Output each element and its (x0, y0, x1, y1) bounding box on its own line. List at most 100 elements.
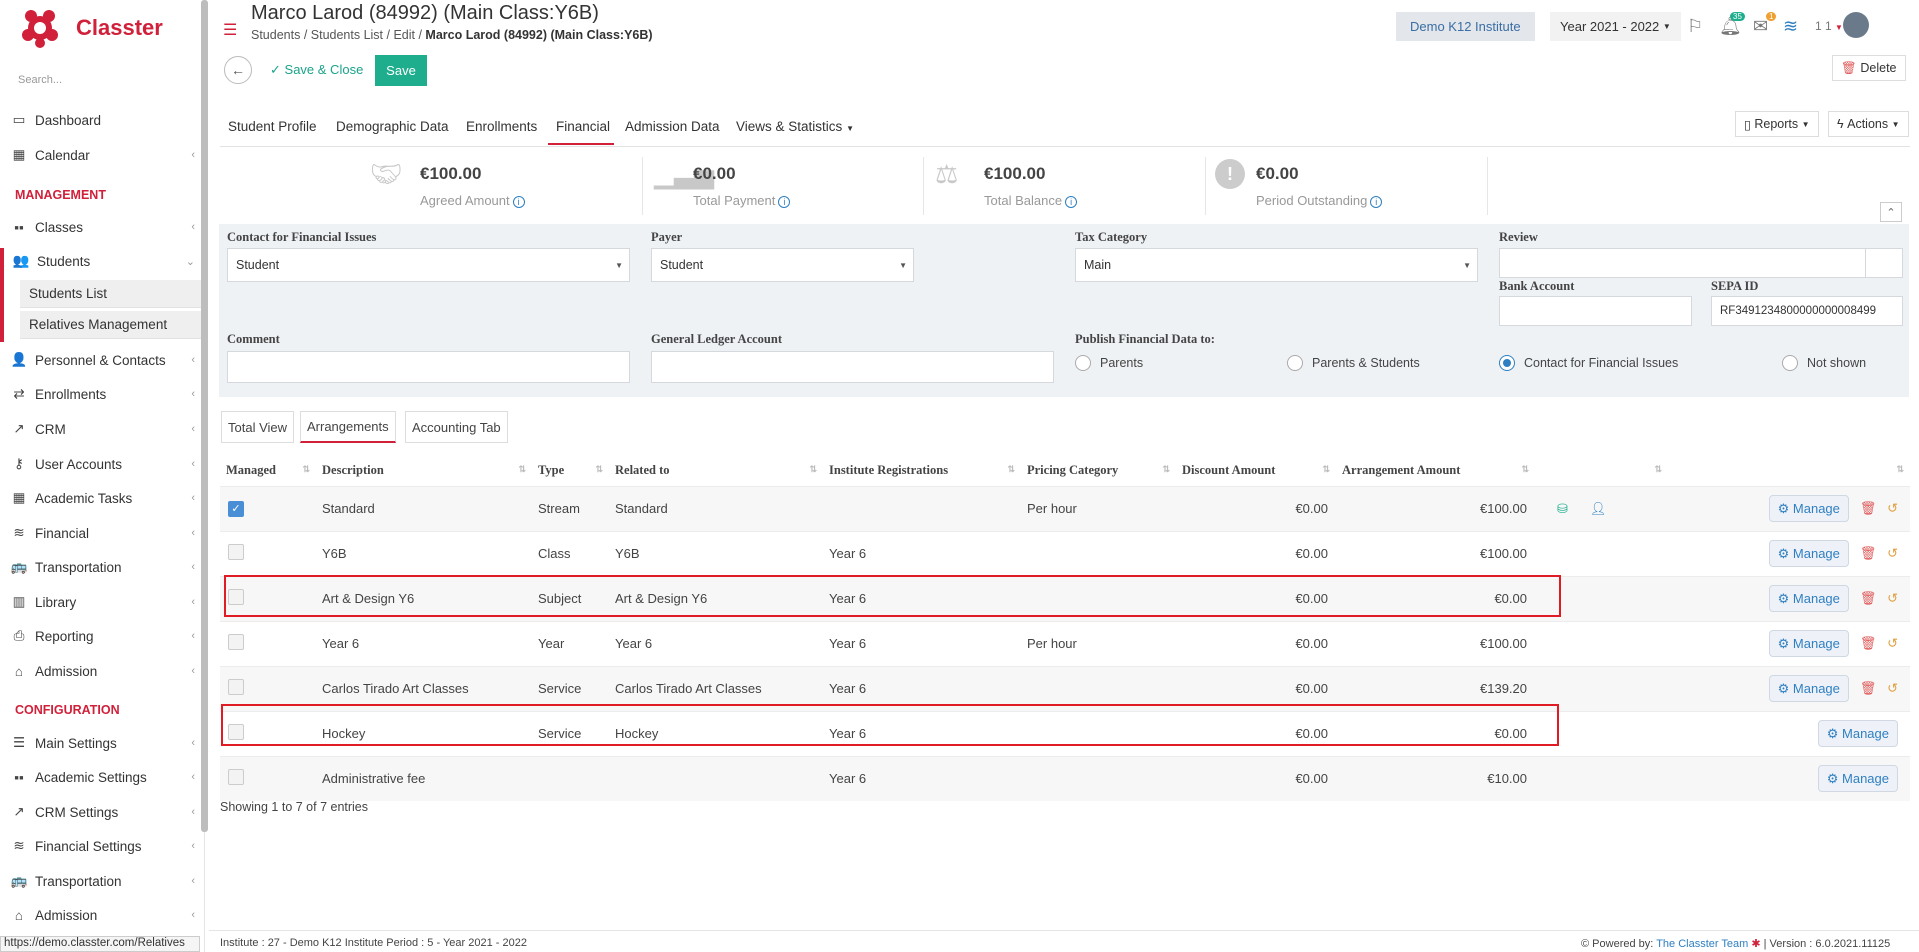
info-icon[interactable]: i (1065, 196, 1078, 208)
sidebar-item-admission[interactable]: ⌂ Admission ‹ (0, 657, 201, 685)
history-icon[interactable]: ↺ (1887, 681, 1898, 696)
managed-checkbox[interactable] (228, 679, 244, 695)
breadcrumb-edit[interactable]: Edit (393, 28, 415, 42)
breadcrumb-students-list[interactable]: Students List (311, 28, 383, 42)
sidebar-item-transportation-settings[interactable]: 🚌 Transportation ‹ (0, 867, 201, 895)
sidebar-sub-students-list[interactable]: Students List (20, 280, 201, 308)
table-row[interactable]: Y6B Class Y6B Year 6 €0.00 €100.00 ⚙ Man… (220, 530, 1910, 576)
manage-button[interactable]: ⚙ Manage (1817, 720, 1898, 747)
col-amount[interactable]: Arrangement Amount ⇅ (1336, 455, 1535, 486)
manage-button[interactable]: ⚙ Manage (1817, 765, 1898, 793)
tax-select[interactable]: Main ▼ (1075, 248, 1478, 282)
trash-icon[interactable]: 🗑︎ (1860, 681, 1877, 696)
subtab-total-view[interactable]: Total View (221, 411, 295, 443)
manage-button[interactable]: ⚙ Manage (1768, 495, 1849, 522)
col-registrations[interactable]: Institute Registrations ⇅ (823, 455, 1021, 486)
sidebar-item-personnel[interactable]: 👤 Personnel & Contacts ‹ (0, 346, 201, 374)
sepa-field[interactable]: RF3491234800000000008499 (1711, 296, 1903, 326)
history-icon[interactable]: ↺ (1887, 546, 1898, 561)
radio-parents[interactable]: Parents (1075, 355, 1143, 371)
managed-checkbox[interactable]: ✓ (228, 501, 244, 517)
table-row[interactable]: Administrative fee Year 6 €0.00 €10.00 ⚙… (220, 755, 1910, 801)
history-icon[interactable]: ↺ (1887, 636, 1898, 651)
layers-icon[interactable]: ≋ (1783, 16, 1798, 37)
save-close-button[interactable]: ✓ Save & Close (270, 62, 363, 78)
breadcrumb-students[interactable]: Students (251, 28, 300, 42)
managed-checkbox[interactable] (228, 589, 244, 605)
col-type[interactable]: Type ⇅ (532, 455, 609, 486)
comment-field[interactable] (227, 351, 630, 383)
tab-views-statistics[interactable]: Views & Statistics ▼ (736, 119, 854, 134)
sidebar-item-crm[interactable]: ↗ CRM ‹ (0, 415, 201, 443)
user-check-icon[interactable]: 👤︎ (1590, 501, 1607, 516)
history-icon[interactable]: ↺ (1887, 501, 1898, 516)
mail-icon[interactable]: ✉ (1753, 16, 1768, 37)
sidebar-item-user-accounts[interactable]: ⚷ User Accounts ‹ (0, 450, 201, 478)
sidebar-item-academic-tasks[interactable]: ▦ Academic Tasks ‹ (0, 484, 201, 512)
sidebar-item-library[interactable]: ▥ Library ‹ (0, 588, 201, 616)
review-addon[interactable] (1865, 248, 1903, 278)
sidebar-item-reporting[interactable]: ⎙ Reporting ‹ (0, 622, 201, 650)
sidebar-item-crm-settings[interactable]: ↗ CRM Settings ‹ (0, 798, 201, 826)
managed-checkbox[interactable] (228, 544, 244, 560)
manage-button[interactable]: ⚙ Manage (1768, 540, 1849, 567)
radio-parents-students[interactable]: Parents & Students (1287, 355, 1420, 371)
col-description[interactable]: Description ⇅ (316, 455, 532, 486)
managed-checkbox[interactable] (228, 724, 244, 740)
reports-button[interactable]: ▯ Reports ▼ (1735, 111, 1819, 137)
sidebar-item-admission-settings[interactable]: ⌂ Admission ‹ (0, 901, 201, 929)
sidebar-item-financial-settings[interactable]: ≋ Financial Settings ‹ (0, 832, 201, 860)
contact-select[interactable]: Student ▼ (227, 248, 630, 282)
bank-field[interactable] (1499, 296, 1692, 326)
history-icon[interactable]: ↺ (1887, 591, 1898, 606)
table-row[interactable]: Carlos Tirado Art Classes Service Carlos… (220, 665, 1910, 711)
back-button[interactable]: ← (224, 56, 252, 84)
sidebar-item-calendar[interactable]: ▦ Calendar ‹ (0, 141, 201, 169)
sidebar-scrollbar[interactable] (201, 0, 208, 832)
sidebar-item-financial[interactable]: ≋ Financial ‹ (0, 519, 201, 547)
tab-admission-data[interactable]: Admission Data (625, 119, 720, 134)
radio-not-shown[interactable]: Not shown (1782, 355, 1866, 371)
tab-demographic-data[interactable]: Demographic Data (336, 119, 449, 134)
sidebar-item-classes[interactable]: ▪▪ Classes ‹ (0, 213, 201, 241)
institute-selector[interactable]: Demo K12 Institute (1396, 12, 1535, 41)
sidebar-sub-relatives[interactable]: Relatives Management (20, 311, 201, 339)
gl-field[interactable] (651, 351, 1054, 383)
info-icon[interactable]: i (1370, 196, 1383, 208)
trash-icon[interactable]: 🗑︎ (1860, 501, 1877, 516)
subtab-accounting[interactable]: Accounting Tab (405, 411, 508, 443)
sidebar-item-main-settings[interactable]: ☰ Main Settings ‹ (0, 729, 201, 757)
hamburger-icon[interactable]: ☰ (223, 20, 237, 40)
collapse-button[interactable]: ⌃ (1880, 202, 1902, 222)
flag-icon[interactable]: ⚐ (1687, 16, 1703, 37)
info-icon[interactable]: i (512, 196, 525, 208)
subtab-arrangements[interactable]: Arrangements (300, 411, 396, 443)
sidebar-item-enrollments[interactable]: ⇄ Enrollments ‹ (0, 380, 201, 408)
col-related[interactable]: Related to ⇅ (609, 455, 823, 486)
table-row[interactable]: Year 6 Year Year 6 Year 6 Per hour €0.00… (220, 620, 1910, 666)
managed-checkbox[interactable] (228, 769, 244, 786)
delete-button[interactable]: 🗑︎ Delete (1832, 55, 1906, 81)
user-menu[interactable]: 1 1 ▼ (1815, 19, 1843, 33)
table-row[interactable]: ✓ Standard Stream Standard Per hour €0.0… (220, 485, 1910, 531)
col-discount[interactable]: Discount Amount ⇅ (1176, 455, 1336, 486)
tab-enrollments[interactable]: Enrollments (466, 119, 537, 134)
avatar[interactable] (1843, 12, 1869, 38)
footer-team-link[interactable]: The Classter Team (1656, 938, 1748, 950)
col-managed[interactable]: Managed ⇅ (220, 455, 316, 486)
info-icon[interactable]: i (778, 196, 791, 208)
save-button[interactable]: Save (375, 55, 427, 86)
tab-financial[interactable]: Financial (548, 119, 615, 145)
managed-checkbox[interactable] (228, 634, 244, 650)
trash-icon[interactable]: 🗑︎ (1860, 546, 1877, 561)
sidebar-item-students[interactable]: 👥 Students ⌄ (0, 247, 201, 275)
sidebar-search-input[interactable]: Search... (18, 74, 193, 86)
table-row[interactable]: Hockey Service Hockey Year 6 €0.00 €0.00… (220, 710, 1910, 756)
payer-select[interactable]: Student ▼ (651, 248, 914, 282)
actions-button[interactable]: ϟ Actions ▼ (1828, 111, 1909, 137)
manage-button[interactable]: ⚙ Manage (1768, 585, 1849, 612)
trash-icon[interactable]: 🗑︎ (1860, 591, 1877, 606)
radio-contact-financial[interactable]: Contact for Financial Issues (1499, 355, 1678, 371)
logo[interactable]: Classter (20, 8, 163, 48)
review-field[interactable] (1499, 248, 1866, 278)
